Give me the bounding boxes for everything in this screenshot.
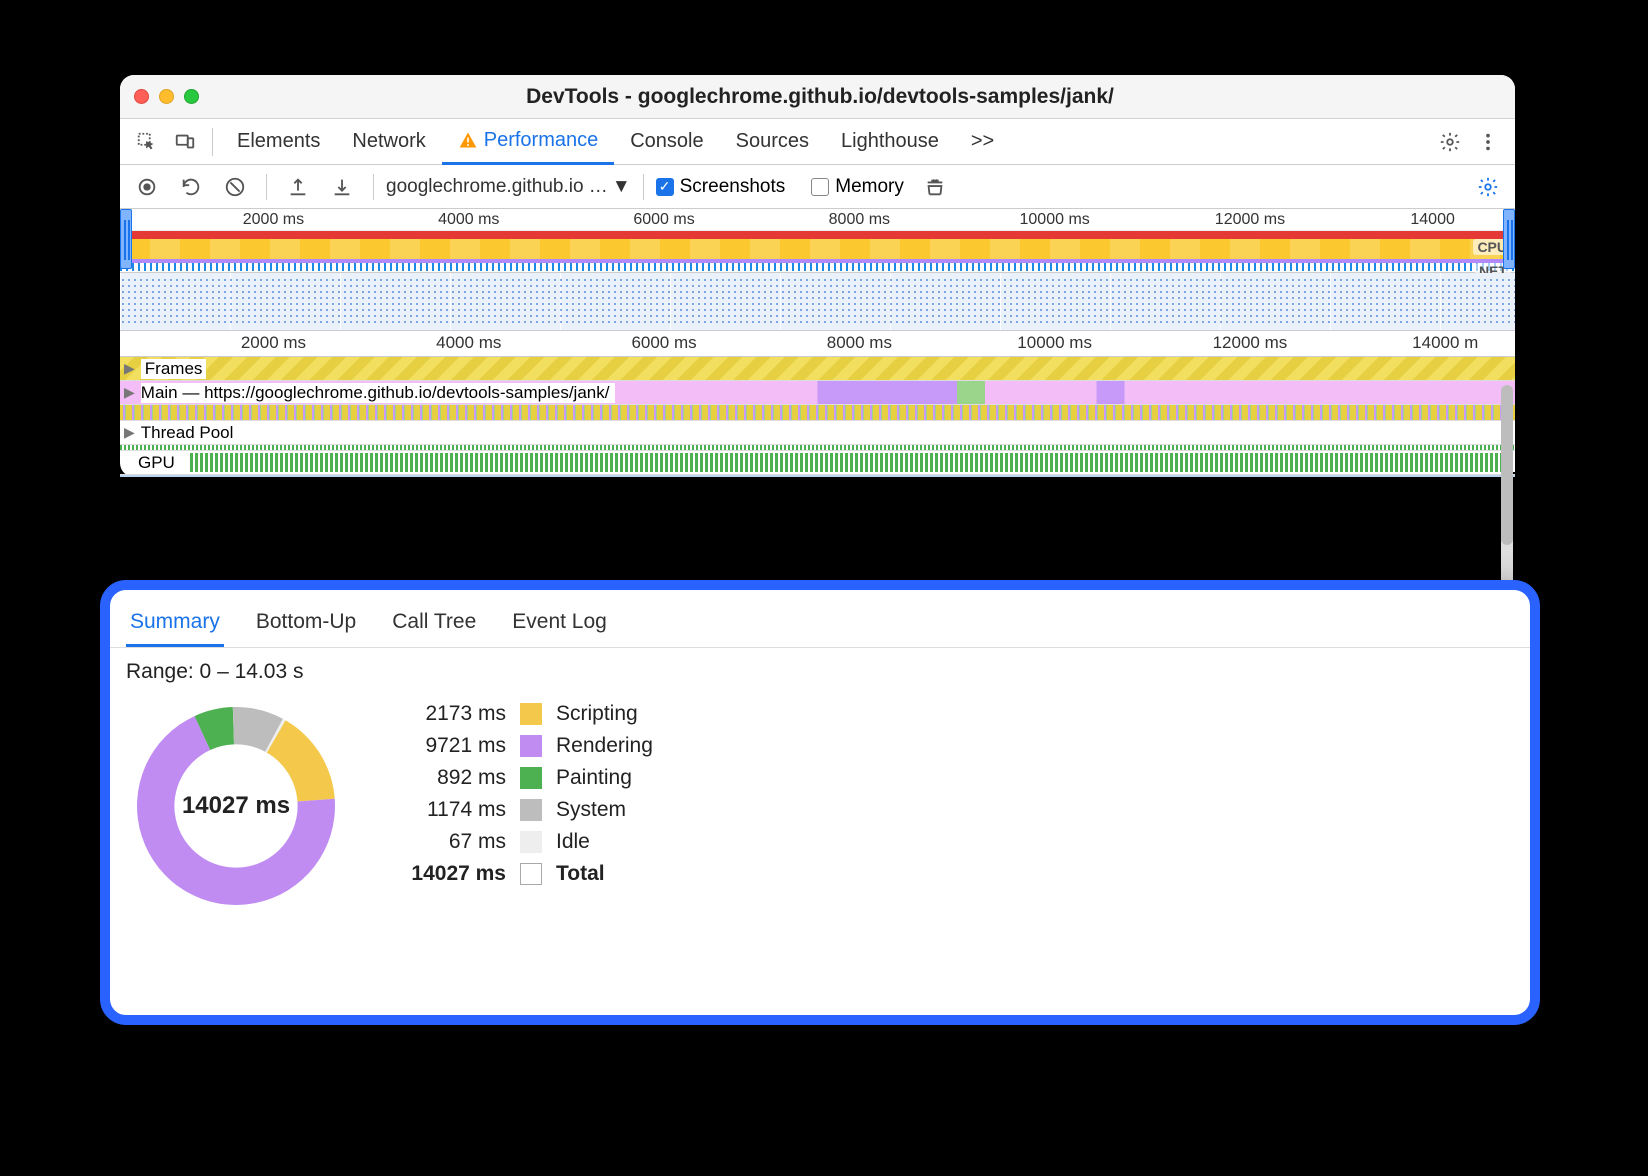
swatch-scripting (520, 703, 542, 725)
swatch-idle (520, 831, 542, 853)
legend-row-scripting: 2173 ms Scripting (386, 702, 653, 726)
legend-row-painting: 892 ms Painting (386, 766, 653, 790)
close-window-button[interactable] (134, 89, 149, 104)
swatch-painting (520, 767, 542, 789)
titlebar: DevTools - googlechrome.github.io/devtoo… (120, 75, 1515, 119)
panel-tabs: Elements Network Performance Console Sou… (120, 119, 1515, 165)
warning-icon (458, 130, 478, 150)
long-task-bar (120, 231, 1515, 239)
swatch-system (520, 799, 542, 821)
overview-ruler: 2000 ms 4000 ms 6000 ms 8000 ms 10000 ms… (120, 209, 1515, 231)
summary-legend: 2173 ms Scripting 9721 ms Rendering 892 … (386, 702, 653, 886)
tab-network[interactable]: Network (336, 119, 441, 165)
traffic-lights (134, 89, 199, 104)
summary-tab-bottom-up[interactable]: Bottom-Up (252, 604, 360, 647)
summary-tabs: Summary Bottom-Up Call Tree Event Log (110, 598, 1530, 648)
inspect-element-icon[interactable] (130, 125, 164, 159)
checkbox-empty-icon (811, 178, 829, 196)
net-overview-graph (120, 263, 1515, 271)
download-profile-icon[interactable] (325, 170, 359, 204)
checkbox-checked-icon: ✓ (656, 178, 674, 196)
tab-elements[interactable]: Elements (221, 119, 336, 165)
memory-checkbox[interactable]: Memory (811, 176, 904, 198)
legend-row-total: 14027 ms Total (386, 862, 653, 886)
legend-row-idle: 67 ms Idle (386, 830, 653, 854)
screenshot-filmstrip[interactable] (120, 273, 1515, 331)
tabs-overflow[interactable]: >> (955, 119, 1010, 165)
expand-icon[interactable]: ▶ (124, 424, 135, 441)
profile-url-dropdown[interactable]: googlechrome.github.io … ▼ (386, 176, 631, 198)
minimize-window-button[interactable] (159, 89, 174, 104)
scrollbar-thumb[interactable] (1501, 385, 1513, 545)
donut-center-value: 14027 ms (126, 696, 346, 916)
detail-ruler: 2000 ms 4000 ms 6000 ms 8000 ms 10000 ms… (120, 331, 1515, 357)
legend-row-system: 1174 ms System (386, 798, 653, 822)
expand-icon[interactable]: ▶ (124, 360, 135, 377)
tab-sources[interactable]: Sources (720, 119, 825, 165)
swatch-total (520, 863, 542, 885)
main-flame-graph[interactable] (120, 405, 1515, 421)
gpu-bars (190, 453, 1515, 472)
tab-performance[interactable]: Performance (442, 119, 615, 165)
summary-tab-event-log[interactable]: Event Log (508, 604, 611, 647)
screenshots-checkbox[interactable]: ✓ Screenshots (656, 176, 786, 198)
summary-donut-chart: 14027 ms (126, 696, 346, 916)
window-title: DevTools - googlechrome.github.io/devtoo… (209, 85, 1431, 109)
range-label: Range: 0 – 14.03 s (110, 648, 1530, 692)
record-button-icon[interactable] (130, 170, 164, 204)
main-thread-track[interactable]: ▶ Main — https://googlechrome.github.io/… (120, 381, 1515, 405)
devtools-window: DevTools - googlechrome.github.io/devtoo… (120, 75, 1515, 477)
summary-tab-summary[interactable]: Summary (126, 604, 224, 647)
performance-toolbar: googlechrome.github.io … ▼ ✓ Screenshots… (120, 165, 1515, 209)
clear-icon[interactable] (218, 170, 252, 204)
cpu-overview-graph (120, 239, 1515, 263)
chevron-down-icon: ▼ (612, 176, 631, 198)
capture-settings-gear-icon[interactable] (1471, 170, 1505, 204)
device-toggle-icon[interactable] (168, 125, 202, 159)
expand-icon[interactable]: ▶ (124, 384, 135, 401)
collect-garbage-icon[interactable] (918, 170, 952, 204)
tab-console[interactable]: Console (614, 119, 719, 165)
reload-record-icon[interactable] (174, 170, 208, 204)
summary-panel-highlight: Summary Bottom-Up Call Tree Event Log Ra… (100, 580, 1540, 1025)
overview-timeline[interactable]: 2000 ms 4000 ms 6000 ms 8000 ms 10000 ms… (120, 209, 1515, 273)
maximize-window-button[interactable] (184, 89, 199, 104)
summary-tab-call-tree[interactable]: Call Tree (388, 604, 480, 647)
settings-gear-icon[interactable] (1433, 125, 1467, 159)
legend-row-rendering: 9721 ms Rendering (386, 734, 653, 758)
frames-track[interactable]: ▶ Frames (120, 357, 1515, 381)
tab-lighthouse[interactable]: Lighthouse (825, 119, 955, 165)
range-handle-left[interactable] (120, 209, 132, 269)
kebab-menu-icon[interactable] (1471, 125, 1505, 159)
range-handle-right[interactable] (1503, 209, 1515, 269)
gpu-track[interactable]: GPU (120, 451, 1515, 475)
thread-pool-track[interactable]: ▶ Thread Pool (120, 421, 1515, 445)
upload-profile-icon[interactable] (281, 170, 315, 204)
swatch-rendering (520, 735, 542, 757)
